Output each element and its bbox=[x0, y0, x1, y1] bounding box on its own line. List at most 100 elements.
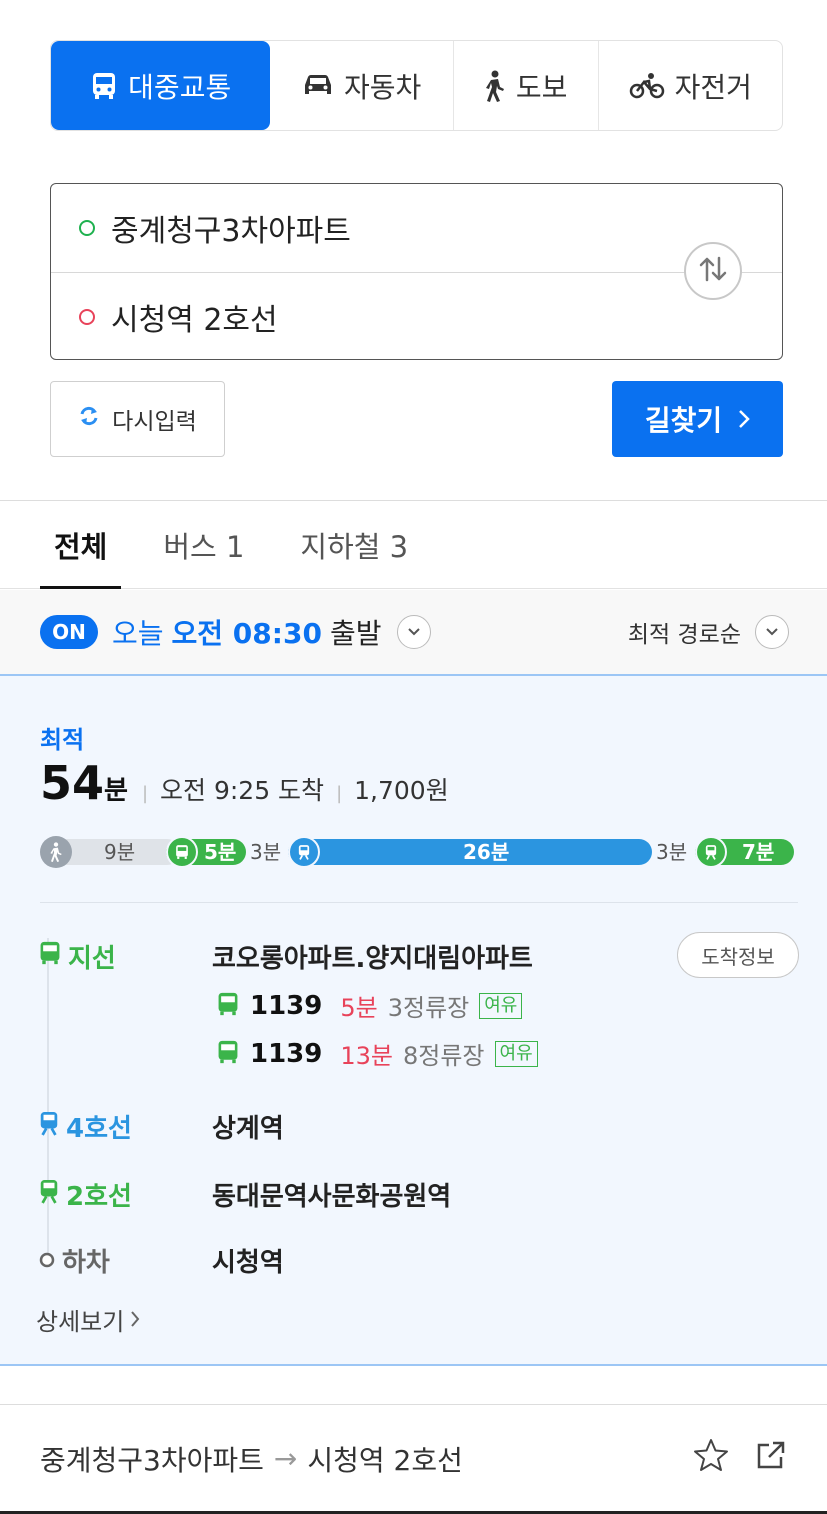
step-line-label: 하차 bbox=[62, 1248, 110, 1278]
origin-field[interactable]: 중계청구3차아파트 bbox=[51, 184, 782, 272]
route-footer: 중계청구3차아파트 → 시청역 2호선 bbox=[0, 1404, 827, 1512]
bus-icon bbox=[166, 836, 198, 868]
step-line-bus: 지선 bbox=[38, 938, 116, 975]
departure-time: 오전 08:30 bbox=[171, 617, 322, 650]
transport-mode-tabs: 대중교통 자동차 도보 자전거 bbox=[50, 40, 783, 131]
detail-label: 상세보기 bbox=[36, 1308, 125, 1336]
crowd-badge: 여유 bbox=[479, 992, 523, 1019]
transfer-segment-label: 3분 bbox=[656, 840, 688, 864]
tab-all[interactable]: 전체 bbox=[40, 501, 122, 589]
origin-text: 중계청구3차아파트 bbox=[111, 214, 351, 249]
walk-icon bbox=[40, 836, 72, 868]
crowd-badge: 여유 bbox=[494, 1040, 538, 1067]
chevron-down-icon bbox=[755, 615, 789, 649]
mode-tab-car[interactable]: 자동차 bbox=[270, 41, 454, 130]
destination-text: 시청역 2호선 bbox=[111, 302, 278, 338]
bus-arrival-row: 1139 5분 3정류장 여유 bbox=[216, 988, 523, 1023]
refresh-icon bbox=[78, 405, 100, 433]
departure-time-selector[interactable]: 오늘 오전 08:30 출발 bbox=[112, 612, 432, 652]
footer-origin: 중계청구3차아파트 bbox=[40, 1443, 264, 1477]
mode-label: 도보 bbox=[515, 70, 568, 104]
destination-dot-icon bbox=[79, 308, 95, 325]
step-line-label: 4호선 bbox=[66, 1114, 132, 1144]
view-detail-link[interactable]: 상세보기 bbox=[36, 1302, 140, 1337]
separator: | bbox=[336, 783, 343, 804]
tab-subway[interactable]: 지하철 3 bbox=[286, 501, 422, 588]
step-line-subway-4: 4호선 bbox=[38, 1108, 132, 1145]
star-icon[interactable] bbox=[693, 1438, 729, 1479]
search-label: 길찾기 bbox=[644, 404, 723, 437]
result-filter-tabs: 전체 버스 1 지하철 3 bbox=[0, 501, 827, 589]
share-icon[interactable] bbox=[755, 1439, 787, 1478]
swap-route-button[interactable] bbox=[684, 242, 742, 300]
mode-tab-bicycle[interactable]: 자전거 bbox=[599, 41, 783, 130]
chevron-down-icon[interactable] bbox=[397, 615, 432, 649]
chevron-right-icon bbox=[130, 1306, 140, 1334]
transfer-segment-label: 3분 bbox=[250, 840, 282, 864]
bicycle-icon bbox=[629, 72, 665, 100]
best-route-tag: 최적 bbox=[40, 726, 85, 754]
bus-icon bbox=[216, 991, 240, 1021]
duration-number: 54 bbox=[40, 756, 105, 810]
step-stop[interactable]: 시청역 bbox=[212, 1242, 284, 1279]
subway-icon bbox=[695, 836, 727, 868]
bus-arrival-row: 1139 13분 8정류장 여유 bbox=[216, 1036, 538, 1071]
subway-line2-segment-label: 7분 bbox=[742, 840, 775, 864]
mode-label: 대중교통 bbox=[128, 70, 232, 104]
reset-label: 다시입력 bbox=[112, 409, 197, 435]
subway-icon bbox=[38, 1178, 60, 1211]
footer-destination: 시청역 2호선 bbox=[307, 1443, 463, 1477]
card-divider bbox=[40, 902, 798, 903]
bus-arrival-minutes: 5분 bbox=[340, 994, 378, 1022]
today-label: 오늘 bbox=[112, 617, 164, 650]
subway-icon bbox=[288, 836, 320, 868]
step-stop[interactable]: 상계역 bbox=[212, 1108, 284, 1145]
reset-button[interactable]: 다시입력 bbox=[50, 381, 225, 457]
duration-unit: 분 bbox=[104, 776, 128, 806]
on-toggle-badge[interactable]: ON bbox=[40, 615, 98, 649]
bus-arrival-minutes: 13분 bbox=[340, 1042, 393, 1070]
bus-number: 1139 bbox=[250, 990, 323, 1021]
mode-label: 자전거 bbox=[674, 70, 752, 104]
route-input-box: 중계청구3차아파트 시청역 2호선 bbox=[50, 183, 783, 360]
mode-tab-walk[interactable]: 도보 bbox=[454, 41, 599, 130]
bus-number: 1139 bbox=[250, 1038, 323, 1069]
sort-selector[interactable]: 최적 경로순 bbox=[628, 615, 789, 649]
route-summary: 54 분 | 오전 9:25 도착 | 1,700원 bbox=[40, 756, 461, 810]
route-result-card[interactable]: 최적 54 분 | 오전 9:25 도착 | 1,700원 9분 5분 3분 2… bbox=[0, 674, 827, 1366]
origin-dot-icon bbox=[79, 220, 95, 236]
bus-segment-label: 5분 bbox=[204, 840, 237, 864]
tab-bus[interactable]: 버스 1 bbox=[149, 501, 258, 588]
bus-stops-away: 8정류장 bbox=[403, 1042, 485, 1070]
arrival-info-button[interactable]: 도착정보 bbox=[677, 932, 799, 978]
subway-segment-label: 26분 bbox=[463, 840, 510, 864]
step-line-label: 지선 bbox=[68, 944, 116, 974]
route-segment-bar: 9분 5분 3분 26분 3분 7분 bbox=[40, 836, 794, 868]
sort-label: 최적 경로순 bbox=[627, 622, 741, 648]
fare: 1,700원 bbox=[354, 776, 449, 805]
departure-time-bar: ON 오늘 오전 08:30 출발 최적 경로순 bbox=[0, 590, 827, 674]
step-stop[interactable]: 동대문역사문화공원역 bbox=[212, 1176, 451, 1213]
bus-icon bbox=[38, 940, 62, 973]
separator: | bbox=[141, 783, 149, 804]
arrow-right-icon: → bbox=[273, 1442, 298, 1475]
subway-icon bbox=[38, 1110, 60, 1143]
footer-actions bbox=[693, 1438, 787, 1479]
destination-field[interactable]: 시청역 2호선 bbox=[51, 272, 782, 360]
step-line-subway-2: 2호선 bbox=[38, 1176, 132, 1213]
bus-icon bbox=[216, 1039, 240, 1069]
find-route-button[interactable]: 길찾기 bbox=[612, 381, 783, 457]
step-get-off: 하차 bbox=[38, 1242, 110, 1279]
swap-arrows-icon bbox=[698, 256, 728, 286]
walk-segment-label: 9분 bbox=[104, 840, 136, 864]
step-stop[interactable]: 코오롱아파트.양지대림아파트 bbox=[212, 938, 533, 975]
departure-suffix: 출발 bbox=[329, 617, 382, 650]
walk-icon bbox=[484, 70, 506, 102]
mode-tab-transit[interactable]: 대중교통 bbox=[51, 41, 271, 130]
mode-label: 자동차 bbox=[344, 70, 422, 104]
step-line-label: 2호선 bbox=[66, 1182, 132, 1212]
arrival-time: 오전 9:25 도착 bbox=[160, 776, 325, 805]
car-icon bbox=[302, 73, 334, 99]
chevron-right-icon bbox=[738, 403, 750, 436]
bus-icon bbox=[90, 71, 118, 101]
